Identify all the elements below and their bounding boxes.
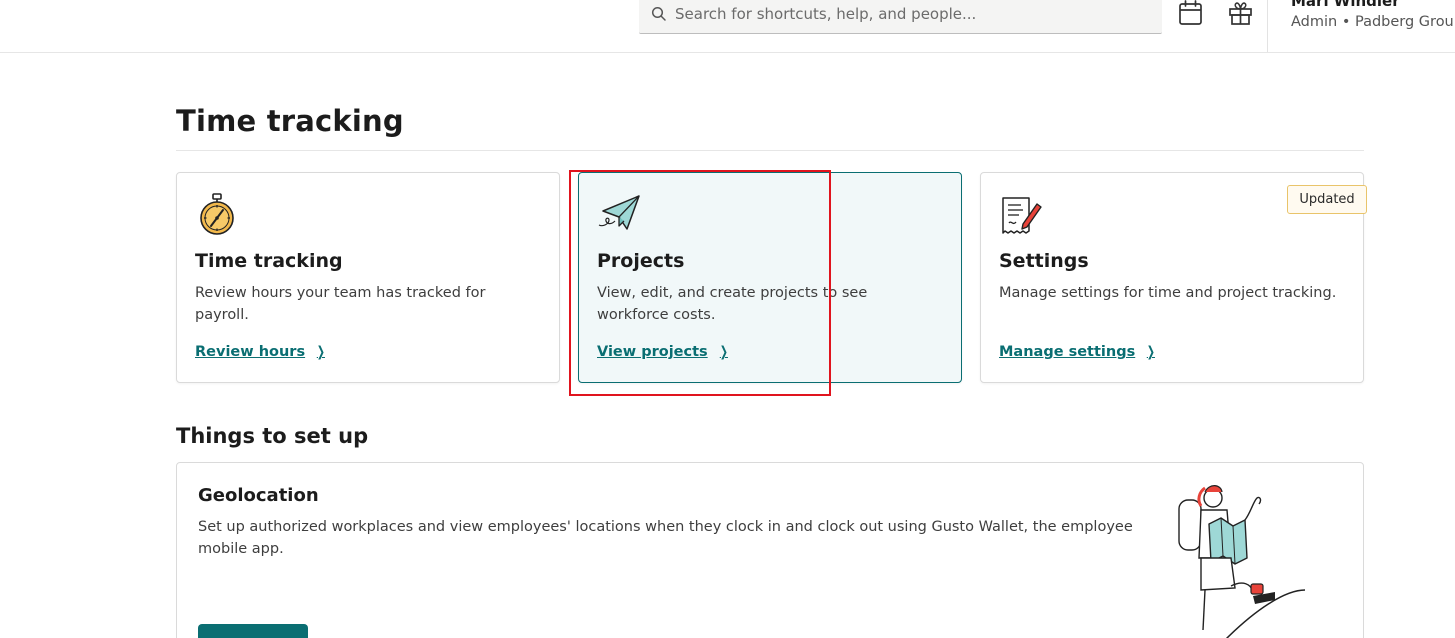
manage-settings-link[interactable]: Manage settings ❯	[999, 344, 1157, 360]
title-divider	[176, 150, 1364, 151]
search-input[interactable]: Search for shortcuts, help, and people..…	[639, 0, 1162, 34]
review-hours-link[interactable]: Review hours ❯	[195, 344, 327, 360]
card-description: Manage settings for time and project tra…	[999, 285, 1337, 301]
card-description: View, edit, and create projects to see w…	[597, 285, 868, 323]
link-label[interactable]: View projects	[597, 344, 708, 360]
search-icon	[651, 6, 666, 21]
header-divider	[1267, 0, 1268, 52]
view-projects-link[interactable]: View projects ❯	[597, 344, 729, 360]
user-role-company[interactable]: Admin • Padberg Group	[1291, 14, 1455, 30]
chevron-right-icon: ❯	[719, 344, 728, 360]
projects-card[interactable]: Projects View, edit, and create projects…	[578, 172, 962, 383]
document-pen-icon	[1002, 197, 1042, 234]
time-tracking-card[interactable]: Time tracking Review hours your team has…	[176, 172, 560, 383]
search-placeholder: Search for shortcuts, help, and people..…	[675, 4, 977, 23]
hiker-illustration	[1178, 485, 1306, 638]
chevron-right-icon: ❯	[316, 344, 326, 360]
section-title: Things to set up	[176, 424, 369, 448]
paper-plane-icon	[598, 195, 640, 230]
chevron-right-icon: ❯	[1146, 344, 1156, 360]
card-title: Time tracking	[195, 250, 343, 272]
setup-title: Geolocation	[198, 485, 319, 506]
updated-badge: Updated	[1287, 185, 1367, 214]
get-started-button[interactable]	[198, 624, 308, 638]
user-name[interactable]: Mari Windler	[1291, 0, 1400, 10]
page-title: Time tracking	[176, 104, 404, 138]
setup-description: Set up authorized workplaces and view em…	[198, 519, 1133, 557]
card-description: Review hours your team has tracked for p…	[195, 285, 486, 323]
gift-icon[interactable]	[1227, 0, 1255, 28]
card-title: Settings	[999, 250, 1089, 272]
calendar-icon[interactable]	[1177, 0, 1205, 28]
top-bar: Search for shortcuts, help, and people..…	[0, 0, 1455, 53]
link-label[interactable]: Review hours	[195, 344, 305, 360]
link-label[interactable]: Manage settings	[999, 344, 1135, 360]
card-title: Projects	[597, 250, 685, 272]
stopwatch-icon	[200, 193, 234, 235]
